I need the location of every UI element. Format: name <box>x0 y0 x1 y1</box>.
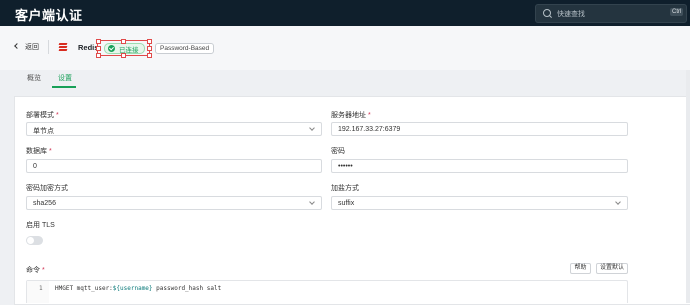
hash-method-select[interactable]: sha256 <box>26 196 322 210</box>
top-bar: 客户端认证 快速查找 Ctrl <box>0 0 690 26</box>
tab-bar: 概览 设置 <box>0 70 690 88</box>
selection-handle <box>121 53 126 58</box>
search-icon <box>543 9 551 17</box>
command-label: 命令 * <box>26 267 45 274</box>
active-tab-indicator <box>52 86 76 88</box>
tab-settings[interactable]: 设置 <box>58 73 72 83</box>
tab-overview[interactable]: 概览 <box>27 73 41 83</box>
selection-handle <box>96 53 101 58</box>
chevron-down-icon <box>309 125 315 131</box>
check-circle-icon <box>108 45 115 52</box>
hash-method-label: 密码加密方式 <box>26 185 68 192</box>
auth-type-badge: Password-Based <box>155 43 215 54</box>
editor-gutter <box>27 281 49 303</box>
divider <box>48 40 49 54</box>
chevron-down-icon <box>309 199 315 205</box>
server-input[interactable]: 192.167.33.27:6379 <box>331 122 628 136</box>
selection-handle <box>147 53 152 58</box>
tls-label: 启用 TLS <box>26 222 55 229</box>
database-input[interactable]: 0 <box>26 159 322 173</box>
deploy-mode-label: 部署模式 * <box>26 112 59 119</box>
database-label: 数据库 * <box>26 148 52 155</box>
command-code[interactable]: HMGET mqtt_user:${username} password_has… <box>55 285 221 292</box>
app-title: 客户端认证 <box>15 8 83 23</box>
password-input[interactable]: •••••• <box>331 159 628 173</box>
selection-handle <box>147 39 152 44</box>
selection-handle <box>147 46 152 51</box>
shortcut-hint: Ctrl <box>670 8 684 16</box>
salt-method-select[interactable]: suffix <box>331 196 628 210</box>
search-placeholder: 快速查找 <box>557 11 585 18</box>
back-button[interactable]: 返回 <box>14 42 39 52</box>
search-input[interactable]: 快速查找 Ctrl <box>535 4 687 23</box>
salt-method-label: 加盐方式 <box>331 185 359 192</box>
selection-handle <box>96 46 101 51</box>
selection-handle <box>96 39 101 44</box>
redis-icon <box>58 43 68 51</box>
selection-handle <box>121 39 126 44</box>
help-button[interactable]: 帮助 <box>570 263 591 274</box>
chevron-down-icon <box>615 199 621 205</box>
deploy-mode-select[interactable]: 单节点 <box>26 122 322 136</box>
line-number: 1 <box>39 285 43 292</box>
set-default-button[interactable]: 设置默认 <box>596 263 628 274</box>
chevron-left-icon <box>14 43 20 49</box>
tls-toggle[interactable] <box>26 236 43 245</box>
password-label: 密码 <box>331 148 345 155</box>
command-editor[interactable]: 1 HMGET mqtt_user:${username} password_h… <box>26 280 628 303</box>
back-label: 返回 <box>25 44 39 51</box>
server-label: 服务器地址 * <box>331 112 371 119</box>
scrollbar[interactable] <box>686 70 690 303</box>
